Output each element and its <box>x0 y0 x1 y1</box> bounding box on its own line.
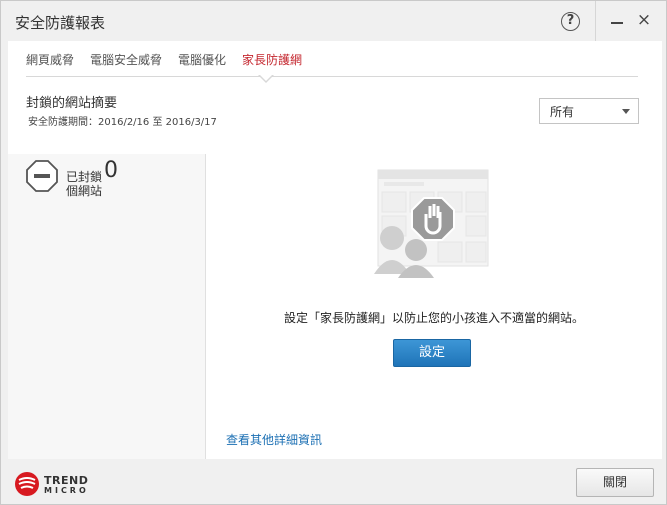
tab-pc-optimization[interactable]: 電腦優化 <box>178 51 226 71</box>
tab-pc-security-threats[interactable]: 電腦安全威脅 <box>90 51 162 71</box>
close-button[interactable]: 關閉 <box>576 468 654 497</box>
setup-button[interactable]: 設定 <box>393 339 471 367</box>
chevron-down-icon <box>622 109 630 114</box>
filter-dropdown-value: 所有 <box>550 105 575 119</box>
trend-micro-logo-mark <box>15 472 39 496</box>
summary-sidebar <box>8 154 205 459</box>
column-divider <box>205 154 206 459</box>
minimize-button[interactable] <box>609 10 627 30</box>
parental-controls-illustration <box>374 169 489 278</box>
more-details-link[interactable]: 查看其他詳細資訊 <box>226 431 322 448</box>
trend-micro-logo: TREND MICRO <box>14 471 94 497</box>
content-panel: 網頁威脅 電腦安全威脅 電腦優化 家長防護網 封鎖的網站摘要 安全防護期間：20… <box>8 41 662 459</box>
tab-web-threats[interactable]: 網頁威脅 <box>26 51 74 71</box>
blocked-icon <box>26 160 58 192</box>
active-tab-pointer <box>258 74 274 83</box>
report-window: 安全防護報表 ? × 網頁威脅 電腦安全威脅 電腦優化 家長防護網 封鎖的網站摘… <box>0 0 667 505</box>
blocked-label-line1: 已封鎖 <box>66 170 103 184</box>
blocked-label-line2: 個網站 <box>66 184 103 198</box>
tab-parental-controls[interactable]: 家長防護網 <box>242 51 302 71</box>
protection-period: 安全防護期間：2016/2/16 至 2016/3/17 <box>28 117 217 128</box>
title-separator <box>595 1 596 41</box>
tab-bar: 網頁威脅 電腦安全威脅 電腦優化 家長防護網 <box>26 51 302 71</box>
blocked-sites-count: 0 <box>104 158 118 183</box>
close-window-button[interactable]: × <box>635 10 653 30</box>
title-bar: 安全防護報表 ? × <box>1 1 666 41</box>
help-button[interactable]: ? <box>561 12 580 31</box>
parental-controls-description: 設定「家長防護網」以防止您的小孩進入不適當的網站。 <box>283 311 584 325</box>
summary-title: 封鎖的網站摘要 <box>26 96 118 111</box>
tab-underline <box>26 76 638 77</box>
filter-dropdown[interactable]: 所有 <box>539 98 639 124</box>
logo-text-micro: MICRO <box>44 486 89 495</box>
window-title: 安全防護報表 <box>15 14 106 32</box>
